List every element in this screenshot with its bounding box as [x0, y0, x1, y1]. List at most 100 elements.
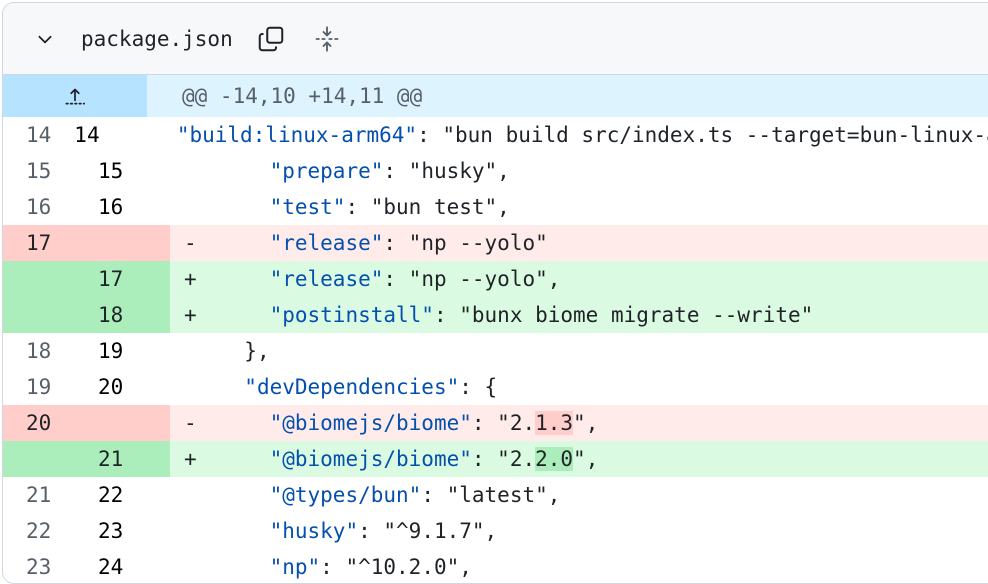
json-key: "np"	[269, 555, 321, 579]
code-base-indent	[219, 267, 244, 291]
json-key: "prepare"	[269, 159, 384, 183]
changed-text-highlight: 1.3	[535, 411, 574, 435]
hunk-header: @@ -14,10 +14,11 @@	[182, 84, 423, 108]
diff-marker	[170, 333, 219, 369]
json-key: "@biomejs/biome"	[269, 411, 472, 435]
json-key: "devDependencies"	[244, 375, 460, 399]
json-key: "release"	[269, 231, 384, 255]
json-key: "release"	[269, 267, 384, 291]
context-line: 15 15 "prepare": "husky",	[3, 153, 988, 189]
json-key: "postinstall"	[269, 303, 434, 327]
code-base-indent	[126, 123, 151, 147]
json-value: : "latest",	[421, 483, 561, 507]
diff-marker: -	[184, 231, 197, 255]
code-base-indent	[219, 195, 244, 219]
deleted-line: 17 - "release": "np --yolo"	[3, 225, 988, 261]
new-line-number[interactable]: 16	[75, 189, 170, 225]
context-line: 21 22 "@types/bun": "latest",	[3, 477, 988, 513]
code-base-indent	[219, 411, 244, 435]
json-key: "@biomejs/biome"	[269, 447, 472, 471]
diff-marker: +	[184, 303, 197, 327]
diff-marker: +	[184, 447, 197, 471]
code-base-indent	[219, 447, 244, 471]
json-value: : "np --yolo"	[383, 231, 548, 255]
new-line-number[interactable]	[75, 225, 170, 261]
old-line-number[interactable]: 16	[3, 189, 75, 225]
json-value: : "bun test",	[345, 195, 510, 219]
code-line: "husky": "^9.1.7",	[219, 513, 498, 549]
code-base-indent	[219, 375, 244, 399]
new-line-number[interactable]: 19	[75, 333, 170, 369]
context-line: 19 20 "devDependencies": {	[3, 369, 988, 405]
new-line-number[interactable]: 17	[75, 261, 170, 297]
new-line-number[interactable]: 21	[75, 441, 170, 477]
json-value: : {	[459, 375, 498, 399]
new-line-number[interactable]: 24	[75, 549, 170, 583]
old-line-number[interactable]: 17	[3, 225, 75, 261]
json-key: "build:linux-arm64"	[176, 123, 418, 147]
old-line-number[interactable]: 14	[3, 117, 52, 153]
diff-marker	[170, 153, 219, 189]
json-key: "husky"	[269, 519, 359, 543]
code-line: "release": "np --yolo"	[219, 225, 548, 261]
code-base-indent	[219, 159, 244, 183]
new-line-number[interactable]: 23	[75, 513, 170, 549]
code-base-indent	[219, 483, 244, 507]
json-key: "@types/bun"	[269, 483, 422, 507]
unfold-icon[interactable]	[311, 23, 343, 55]
old-line-number[interactable]	[3, 261, 75, 297]
code-base-indent	[219, 519, 244, 543]
json-value: : "bun build src/index.ts --target=bun-l…	[417, 123, 988, 147]
old-line-number[interactable]: 22	[3, 513, 75, 549]
diff-marker	[170, 549, 219, 583]
code-line: "@biomejs/biome": "2.2.0",	[219, 441, 598, 477]
json-value: : "np --yolo",	[383, 267, 561, 291]
code-base-indent	[219, 339, 244, 363]
code-line: "devDependencies": {	[219, 369, 497, 405]
old-line-number[interactable]	[3, 441, 75, 477]
diff-marker	[170, 369, 219, 405]
old-line-number[interactable]: 23	[3, 549, 75, 583]
copy-icon[interactable]	[255, 23, 287, 55]
code-line: "build:linux-arm64": "bun build src/inde…	[126, 117, 988, 153]
code-line: "release": "np --yolo",	[219, 261, 561, 297]
old-line-number[interactable]: 21	[3, 477, 75, 513]
code-line: },	[219, 333, 270, 369]
json-value: },	[244, 339, 270, 363]
new-line-number[interactable]: 15	[75, 153, 170, 189]
code-line: "postinstall": "bunx biome migrate --wri…	[219, 297, 814, 333]
context-line: 18 19 },	[3, 333, 988, 369]
code-line: "np": "^10.2.0",	[219, 549, 472, 583]
diff-marker	[170, 513, 219, 549]
context-line: 14 14 "build:linux-arm64": "bun build src…	[3, 117, 988, 153]
json-value: : "husky",	[383, 159, 510, 183]
new-line-number[interactable]: 14	[51, 117, 100, 153]
old-line-number[interactable]: 20	[3, 405, 75, 441]
changed-text-highlight: 2.0	[535, 447, 574, 471]
new-line-number[interactable]: 18	[75, 297, 170, 333]
expand-up-icon[interactable]	[3, 75, 147, 117]
code-line: "test": "bun test",	[219, 189, 510, 225]
diff-marker	[170, 477, 219, 513]
old-line-number[interactable]: 19	[3, 369, 75, 405]
chevron-down-icon[interactable]	[33, 27, 57, 51]
added-line: 21 + "@biomejs/biome": "2.2.0",	[3, 441, 988, 477]
context-line: 16 16 "test": "bun test",	[3, 189, 988, 225]
old-line-number[interactable]: 15	[3, 153, 75, 189]
old-line-number[interactable]: 18	[3, 333, 75, 369]
new-line-number[interactable]: 22	[75, 477, 170, 513]
added-line: 17 + "release": "np --yolo",	[3, 261, 988, 297]
context-line: 22 23 "husky": "^9.1.7",	[3, 513, 988, 549]
json-value: : "2.	[471, 411, 536, 435]
diff-marker: +	[184, 267, 197, 291]
new-line-number[interactable]: 20	[75, 369, 170, 405]
old-line-number[interactable]	[3, 297, 75, 333]
file-name[interactable]: package.json	[81, 27, 233, 51]
new-line-number[interactable]	[75, 405, 170, 441]
